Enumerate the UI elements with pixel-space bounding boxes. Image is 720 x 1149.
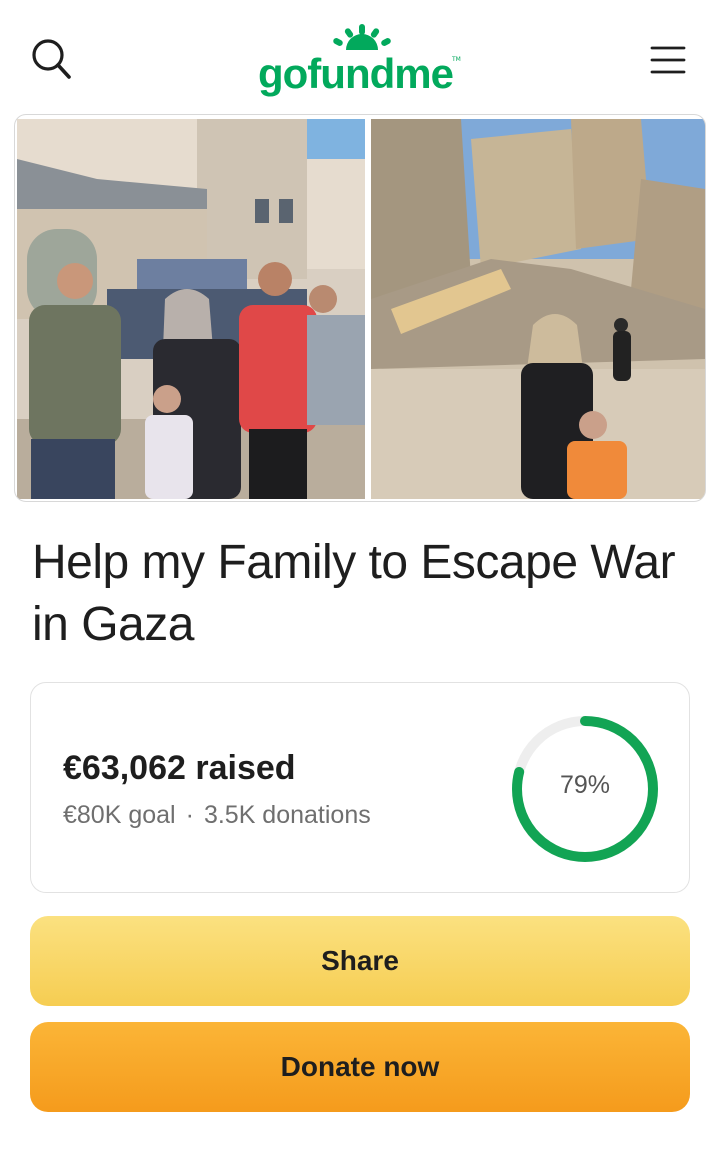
progress-percent: 79% (559, 771, 611, 799)
campaign-photos[interactable] (14, 114, 706, 502)
search-icon (32, 39, 71, 79)
menu-button[interactable] (644, 40, 690, 80)
hamburger-menu-icon (650, 46, 686, 74)
family-photo[interactable] (17, 119, 365, 499)
donate-now-button[interactable]: Donate now (30, 1022, 690, 1112)
goal-and-donations: €80K goal · 3.5K donations (63, 801, 371, 830)
campaign-title: Help my Family to Escape War in Gaza (32, 536, 676, 651)
goal-amount: €80K goal (63, 801, 176, 829)
search-button[interactable] (28, 36, 76, 84)
share-button[interactable]: Share (30, 916, 690, 1006)
raised-suffix: raised (185, 749, 296, 787)
trademark-symbol: TM (452, 56, 461, 63)
destroyed-buildings-photo[interactable] (371, 119, 705, 499)
donation-count: 3.5K donations (203, 801, 371, 829)
logo-wordmark: gofundme (258, 50, 454, 97)
separator-dot: · (185, 801, 194, 829)
donation-stats-card: €63,062 raised €80K goal · 3.5K donations … (30, 682, 690, 893)
raised-amount: €63,062 (63, 749, 186, 787)
amount-raised: €63,062 raised (63, 749, 296, 788)
gofundme-logo[interactable]: gofundme TM (258, 24, 464, 97)
top-bar: gofundme TM (0, 0, 720, 110)
sun-icon (333, 24, 391, 50)
